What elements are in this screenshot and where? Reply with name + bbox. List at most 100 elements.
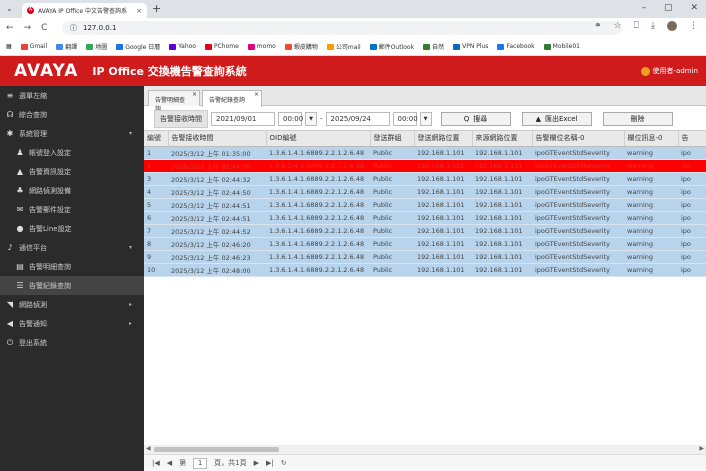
url-field[interactable]: ⓘ 127.0.0.1	[62, 21, 622, 35]
column-header[interactable]: 告警接收時間	[168, 131, 267, 147]
tab-alarm-detail[interactable]: 告警明細查詢 ×	[148, 90, 200, 113]
export-excel-button[interactable]: ▲ 匯出Excel	[521, 112, 592, 126]
table-cell: 192.168.1.101	[414, 198, 472, 212]
column-header[interactable]: 告警欄位名稱-0	[532, 131, 625, 147]
first-page-icon[interactable]: |◀	[152, 459, 160, 467]
column-header[interactable]: 發送群組	[370, 131, 415, 147]
scroll-left-icon[interactable]: ◀	[146, 445, 151, 452]
table-row[interactable]: 8 2025/3/12 上午 02:46:20 1.3.6.1.4.1.6889.2…	[144, 237, 706, 251]
bookmark-favicon-icon	[56, 43, 64, 50]
sidebar-item[interactable]: ♟ 帳號登入設定	[0, 143, 144, 162]
profile-avatar[interactable]	[667, 21, 677, 31]
bookmark-item[interactable]: 郵件Outlook	[369, 42, 414, 51]
sidebar-item[interactable]: ✱ 系統管理 ▾	[0, 124, 144, 143]
scrollbar-thumb[interactable]	[154, 447, 279, 452]
bookmark-favicon-icon	[86, 43, 94, 50]
end-date-input[interactable]: 2025/09/24	[325, 112, 390, 126]
close-window-icon[interactable]: ✕	[690, 3, 698, 13]
sidebar-item[interactable]: ▲ 告警資訊設定	[0, 162, 144, 181]
sidebar-item[interactable]: ▤ 告警明細查詢	[0, 257, 144, 276]
sidebar-item[interactable]: ♪ 通信平台 ▾	[0, 238, 144, 257]
maximize-icon[interactable]: ▢	[664, 3, 673, 13]
sidebar-item[interactable]: ⏻ 登出系統	[0, 333, 144, 352]
browser-tab[interactable]: A AVAYA IP Office 中文告警查詢系 ×	[22, 3, 147, 18]
new-tab-button[interactable]: +	[152, 2, 161, 15]
delete-button[interactable]: 刪除	[602, 112, 673, 126]
forward-icon[interactable]: →	[24, 23, 32, 33]
last-page-icon[interactable]: ▶|	[266, 459, 274, 467]
column-header[interactable]: 告	[678, 131, 706, 147]
site-info-icon[interactable]: ⓘ	[70, 23, 77, 33]
menu-icon[interactable]: ⋮	[689, 21, 698, 31]
start-time-dropdown-icon[interactable]: ▼	[305, 112, 317, 126]
bookmark-item[interactable]: PChome	[204, 43, 239, 50]
close-tab-icon[interactable]: ×	[254, 91, 259, 98]
bookmark-item[interactable]: 蝦皮購物	[284, 42, 318, 51]
table-row[interactable]: 2 2025/3/12 上午 02:44:30 1.3.6.1.4.1.6889.2…	[144, 159, 706, 173]
end-time-dropdown-icon[interactable]: ▼	[419, 112, 432, 126]
tab-alarm-records[interactable]: 告警紀錄查詢 ×	[202, 90, 262, 107]
sidebar-item[interactable]: ● 告警Line設定	[0, 219, 144, 238]
table-row[interactable]: 1 2025/3/12 上午 01:35:00 1.3.6.1.4.1.6889.2…	[144, 146, 706, 160]
bookmark-item[interactable]: 公司mail	[326, 42, 361, 51]
back-icon[interactable]: ←	[6, 23, 14, 33]
page-number-input[interactable]: 1	[193, 457, 208, 469]
bookmark-item[interactable]: momo	[247, 43, 276, 50]
extensions-icon[interactable]: ⎕	[634, 21, 639, 31]
table-row[interactable]: 7 2025/3/12 上午 02:44:52 1.3.6.1.4.1.6889.2…	[144, 224, 706, 238]
column-header[interactable]: 欄位訊息-0	[624, 131, 679, 147]
sidebar-item[interactable]: ✉ 告警郵件設定	[0, 200, 144, 219]
column-header[interactable]: 發送網路位置	[414, 131, 473, 147]
bookmark-favicon-icon	[169, 43, 177, 50]
close-tab-icon[interactable]: ×	[192, 91, 197, 98]
tab-list-chevron-icon[interactable]: ⌄	[6, 4, 13, 13]
minimize-icon[interactable]: –	[641, 3, 646, 13]
download-icon[interactable]: ⤓	[651, 21, 655, 31]
reload-icon[interactable]: C	[41, 23, 47, 33]
bookmark-item[interactable]: 自然	[423, 42, 444, 51]
table-cell: ipoGTEventStdSeverity	[532, 211, 624, 225]
refresh-icon[interactable]: ↻	[281, 459, 287, 467]
table-row[interactable]: 10 2025/3/12 上午 02:48:00 1.3.6.1.4.1.6889.…	[144, 263, 706, 277]
bookmark-item[interactable]: VPN Plus	[453, 43, 488, 50]
user-menu[interactable]: 使用者-admin	[640, 66, 698, 76]
sidebar-item[interactable]: ≡ 選單左縮	[0, 86, 144, 105]
table-row[interactable]: 9 2025/3/12 上午 02:46:23 1.3.6.1.4.1.6889.2…	[144, 250, 706, 264]
bookmark-star-icon[interactable]: ☆	[614, 21, 622, 31]
prev-page-icon[interactable]: ◀	[167, 459, 172, 467]
sidebar-item[interactable]: ♣ 網路偵測設備	[0, 181, 144, 200]
bookmark-item[interactable]: Facebook	[497, 43, 535, 50]
table-row[interactable]: 4 2025/3/12 上午 02:44:50 1.3.6.1.4.1.6889.2…	[144, 185, 706, 199]
bookmark-item[interactable]: Mobile01	[543, 43, 580, 50]
sidebar-item[interactable]: ◥ 網路偵測 ▸	[0, 295, 144, 314]
bookmark-item[interactable]: 翻譯	[56, 42, 77, 51]
start-time-input[interactable]: 00:00	[278, 112, 303, 126]
column-header[interactable]: 來源網路位置	[472, 131, 533, 147]
apps-grid-icon[interactable]: ▦	[6, 43, 12, 50]
end-time-input[interactable]: 00:00	[392, 112, 418, 126]
sidebar-item[interactable]: ◀ 告警通知 ▸	[0, 314, 144, 333]
sidebar-item-icon: ♟	[16, 148, 24, 157]
bookmark-item[interactable]: 地圖	[86, 42, 107, 51]
sidebar-item[interactable]: ☊ 綜合查詢	[0, 105, 144, 124]
table-row[interactable]: 6 2025/3/12 上午 02:44:51 1.3.6.1.4.1.6889.2…	[144, 211, 706, 225]
scroll-right-icon[interactable]: ▶	[699, 445, 704, 452]
close-tab-icon[interactable]: ×	[136, 7, 142, 15]
table-row[interactable]: 5 2025/3/12 上午 02:44:51 1.3.6.1.4.1.6889.2…	[144, 198, 706, 212]
sidebar-item-label: 網路偵測設備	[29, 186, 71, 195]
column-header[interactable]: OID編號	[266, 131, 371, 147]
tab-label: 告警紀錄查詢	[209, 97, 246, 104]
bookmark-item[interactable]: Yahoo	[169, 43, 196, 50]
start-date-input[interactable]: 2021/09/01	[211, 112, 275, 126]
bookmark-item[interactable]: Gmail	[20, 43, 47, 50]
table-cell: 2025/3/12 上午 02:46:23	[168, 250, 266, 264]
next-page-icon[interactable]: ▶	[254, 459, 259, 467]
horizontal-scrollbar[interactable]: ◀ ▶	[144, 445, 706, 454]
table-cell: ipoGTEventStdSeverity	[532, 198, 624, 212]
bookmark-item[interactable]: Google 日曆	[116, 42, 160, 51]
search-button[interactable]: Q 搜尋	[440, 112, 511, 126]
translate-icon[interactable]: ⚭	[594, 21, 602, 31]
sidebar-item[interactable]: ☰ 告警紀錄查詢	[0, 276, 144, 295]
column-header[interactable]: 編號	[144, 131, 169, 147]
table-row[interactable]: 3 2025/3/12 上午 02:44:32 1.3.6.1.4.1.6889.2…	[144, 172, 706, 186]
